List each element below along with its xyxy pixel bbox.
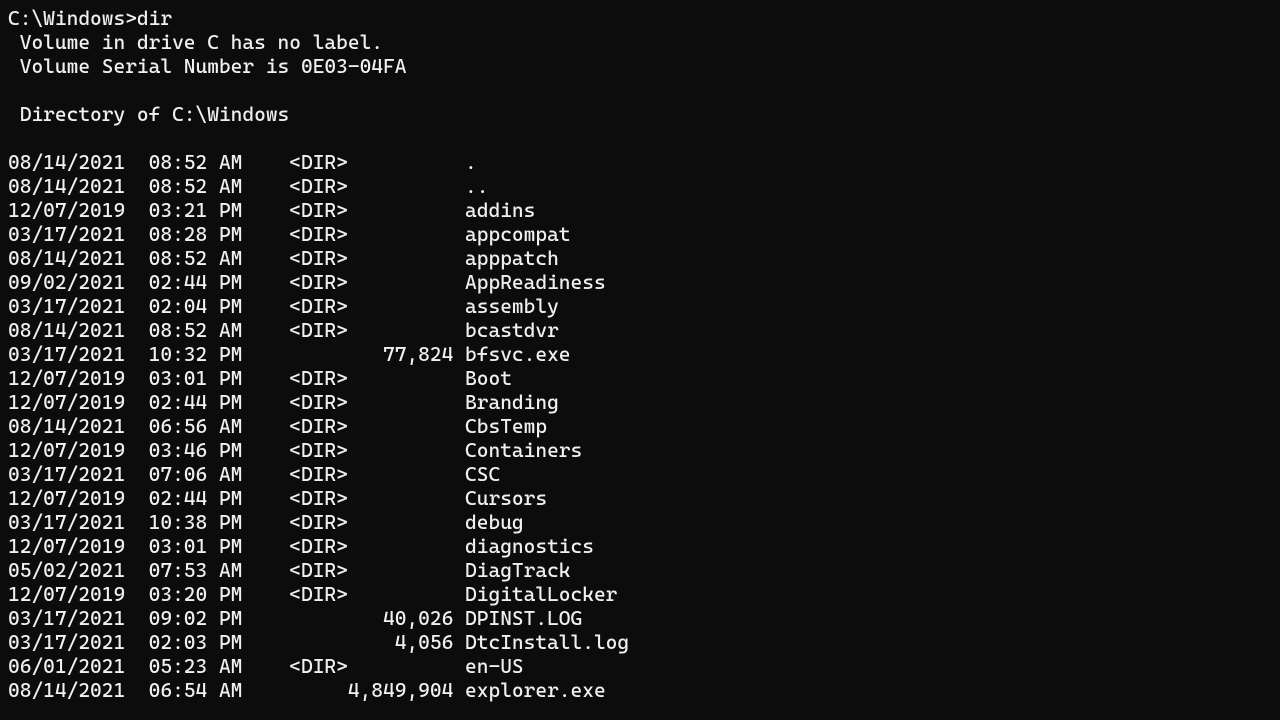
terminal-output[interactable]: C:\Windows>dir Volume in drive C has no … (8, 6, 1272, 702)
